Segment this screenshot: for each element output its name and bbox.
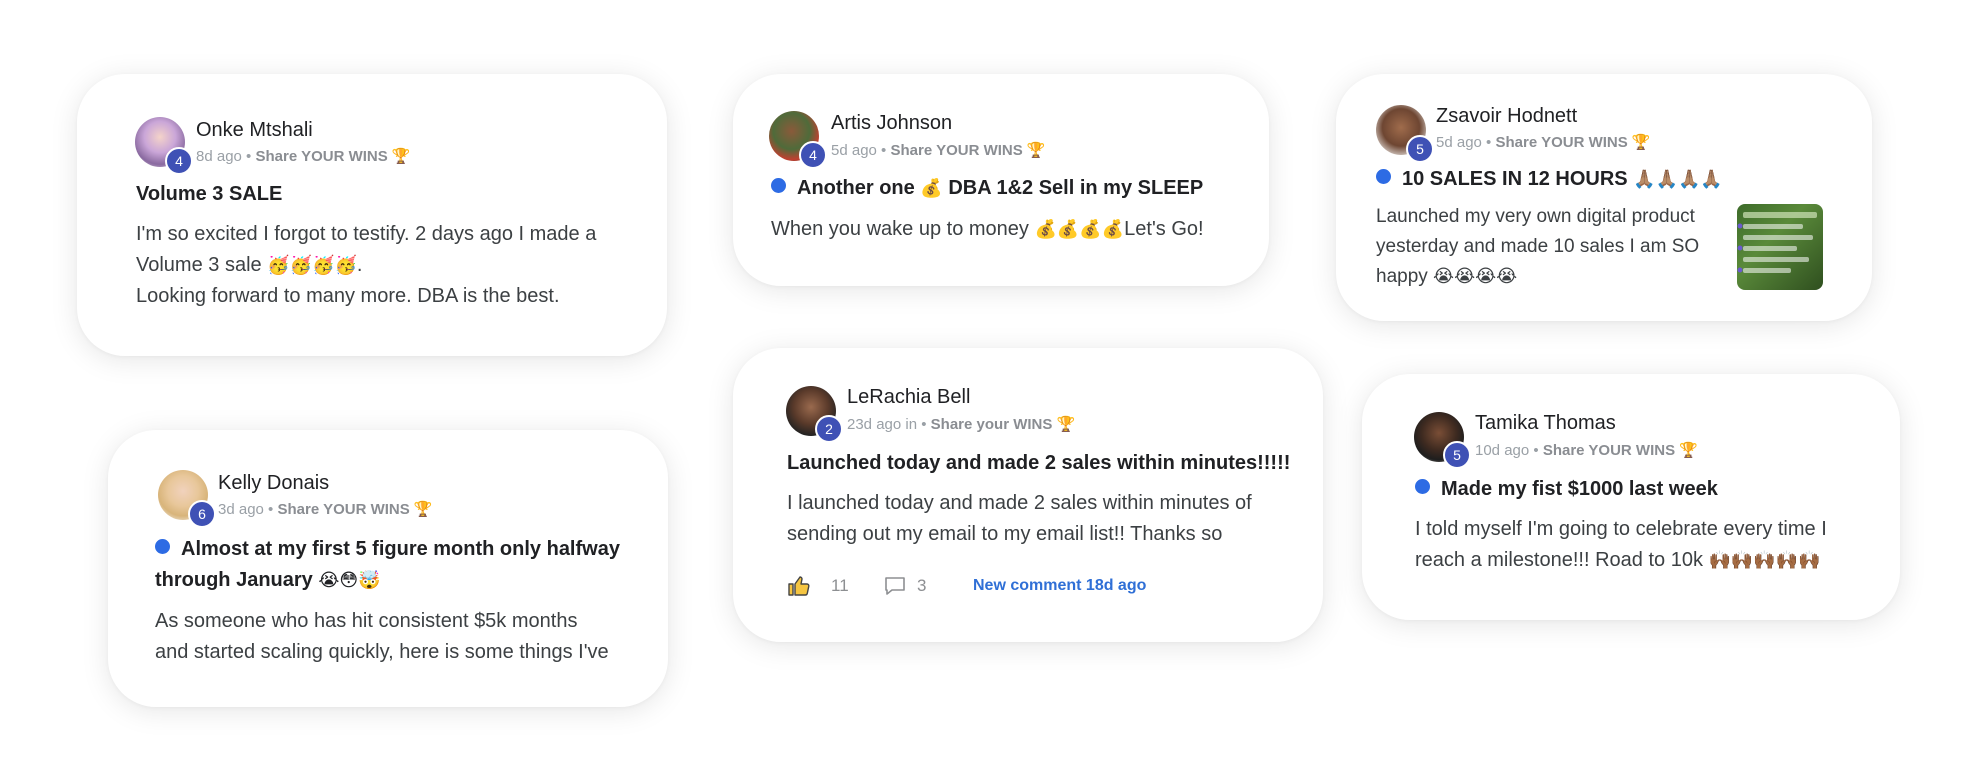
- post-title[interactable]: Made my fist $1000 last week: [1415, 478, 1718, 501]
- author-name[interactable]: Tamika Thomas: [1475, 412, 1616, 435]
- trophy-icon: 🏆: [1056, 416, 1076, 433]
- post-meta: 5d ago • Share YOUR WINS 🏆: [831, 142, 1046, 159]
- post-title[interactable]: Almost at my first 5 figure month only h…: [155, 534, 645, 596]
- post-thumbnail-image[interactable]: [1737, 204, 1823, 290]
- like-button[interactable]: [787, 574, 811, 598]
- like-count: 11: [831, 576, 849, 595]
- post-meta: 23d ago in • Share your WINS 🏆: [847, 416, 1076, 433]
- author-name[interactable]: Zsavoir Hodnett: [1436, 105, 1577, 128]
- post-meta: 8d ago • Share YOUR WINS 🏆: [196, 148, 411, 165]
- level-badge: 4: [799, 141, 827, 169]
- author-name[interactable]: Kelly Donais: [218, 472, 329, 495]
- category-link[interactable]: Share YOUR WINS: [890, 142, 1022, 159]
- post-card[interactable]: 6 Kelly Donais 3d ago • Share YOUR WINS …: [108, 430, 668, 707]
- crying-emoji: 😭😭😭😭: [1433, 266, 1518, 287]
- level-badge: 5: [1443, 441, 1471, 469]
- author-name[interactable]: Artis Johnson: [831, 112, 952, 135]
- post-meta: 10d ago • Share YOUR WINS 🏆: [1475, 442, 1698, 459]
- author-name[interactable]: LeRachia Bell: [847, 386, 970, 409]
- new-comment-link[interactable]: New comment 18d ago: [973, 577, 1146, 595]
- post-card[interactable]: 5 Zsavoir Hodnett 5d ago • Share YOUR WI…: [1336, 74, 1872, 321]
- post-time: 8d ago: [196, 148, 242, 165]
- category-link[interactable]: Share YOUR WINS: [1495, 134, 1627, 151]
- post-card[interactable]: 2 LeRachia Bell 23d ago in • Share your …: [733, 348, 1323, 642]
- level-badge: 4: [165, 147, 193, 175]
- thumbnail-graphic: [1737, 212, 1817, 273]
- level-badge: 2: [815, 415, 843, 443]
- post-card[interactable]: 5 Tamika Thomas 10d ago • Share YOUR WIN…: [1362, 374, 1900, 620]
- category-link[interactable]: Share your WINS: [931, 416, 1053, 433]
- post-meta: 5d ago • Share YOUR WINS 🏆: [1436, 134, 1651, 151]
- party-emoji: 🥳🥳🥳🥳: [267, 255, 357, 276]
- unread-dot-icon: [1376, 169, 1391, 184]
- trophy-icon: 🏆: [1631, 134, 1651, 151]
- post-body[interactable]: I told myself I'm going to celebrate eve…: [1415, 514, 1885, 576]
- post-body[interactable]: When you wake up to money 💰💰💰💰Let's Go!: [771, 214, 1251, 245]
- post-body[interactable]: I launched today and made 2 sales within…: [787, 488, 1297, 550]
- comment-button[interactable]: [883, 574, 907, 598]
- money-bag-emoji: 💰: [920, 178, 943, 199]
- reaction-emoji: 😭😳🤯: [318, 570, 381, 591]
- category-link[interactable]: Share YOUR WINS: [255, 148, 387, 165]
- praying-hands-emoji: 🙏🏽🙏🏽🙏🏽🙏🏽: [1633, 169, 1723, 190]
- post-meta: 3d ago • Share YOUR WINS 🏆: [218, 501, 433, 518]
- unread-dot-icon: [1415, 479, 1430, 494]
- post-body[interactable]: I'm so excited I forgot to testify. 2 da…: [136, 219, 636, 312]
- trophy-icon: 🏆: [1679, 442, 1698, 459]
- unread-dot-icon: [771, 178, 786, 193]
- unread-dot-icon: [155, 539, 170, 554]
- thumbs-up-icon: [788, 576, 810, 596]
- author-name[interactable]: Onke Mtshali: [196, 119, 313, 142]
- post-footer: 11 3 New comment 18d ago: [787, 574, 1307, 604]
- post-card[interactable]: 4 Artis Johnson 5d ago • Share YOUR WINS…: [733, 74, 1269, 286]
- post-time: 5d ago: [831, 142, 877, 159]
- post-title[interactable]: Another one 💰 DBA 1&2 Sell in my SLEEP: [771, 177, 1203, 200]
- post-body[interactable]: As someone who has hit consistent $5k mo…: [155, 606, 655, 668]
- post-time: 3d ago: [218, 501, 264, 518]
- post-title[interactable]: 10 SALES IN 12 HOURS 🙏🏽🙏🏽🙏🏽🙏🏽: [1376, 168, 1723, 191]
- post-title[interactable]: Launched today and made 2 sales within m…: [787, 452, 1290, 475]
- comment-count: 3: [917, 576, 927, 595]
- trophy-icon: 🏆: [1026, 142, 1046, 159]
- comment-icon: [885, 577, 905, 595]
- post-body[interactable]: Launched my very own digital product yes…: [1376, 202, 1736, 292]
- post-time: 23d ago in: [847, 416, 918, 433]
- level-badge: 5: [1406, 135, 1434, 163]
- trophy-icon: 🏆: [391, 148, 411, 165]
- post-time: 5d ago: [1436, 134, 1482, 151]
- raising-hands-emoji: 🙌🏾🙌🏾🙌🏾🙌🏾🙌🏾: [1708, 550, 1821, 571]
- post-card[interactable]: 4 Onke Mtshali 8d ago • Share YOUR WINS …: [77, 74, 667, 356]
- category-link[interactable]: Share YOUR WINS: [277, 501, 409, 518]
- trophy-icon: 🏆: [413, 501, 433, 518]
- category-link[interactable]: Share YOUR WINS: [1543, 442, 1675, 459]
- post-title[interactable]: Volume 3 SALE: [136, 183, 282, 206]
- level-badge: 6: [188, 500, 216, 528]
- money-bag-emoji: 💰💰💰💰: [1034, 219, 1125, 240]
- post-time: 10d ago: [1475, 442, 1530, 459]
